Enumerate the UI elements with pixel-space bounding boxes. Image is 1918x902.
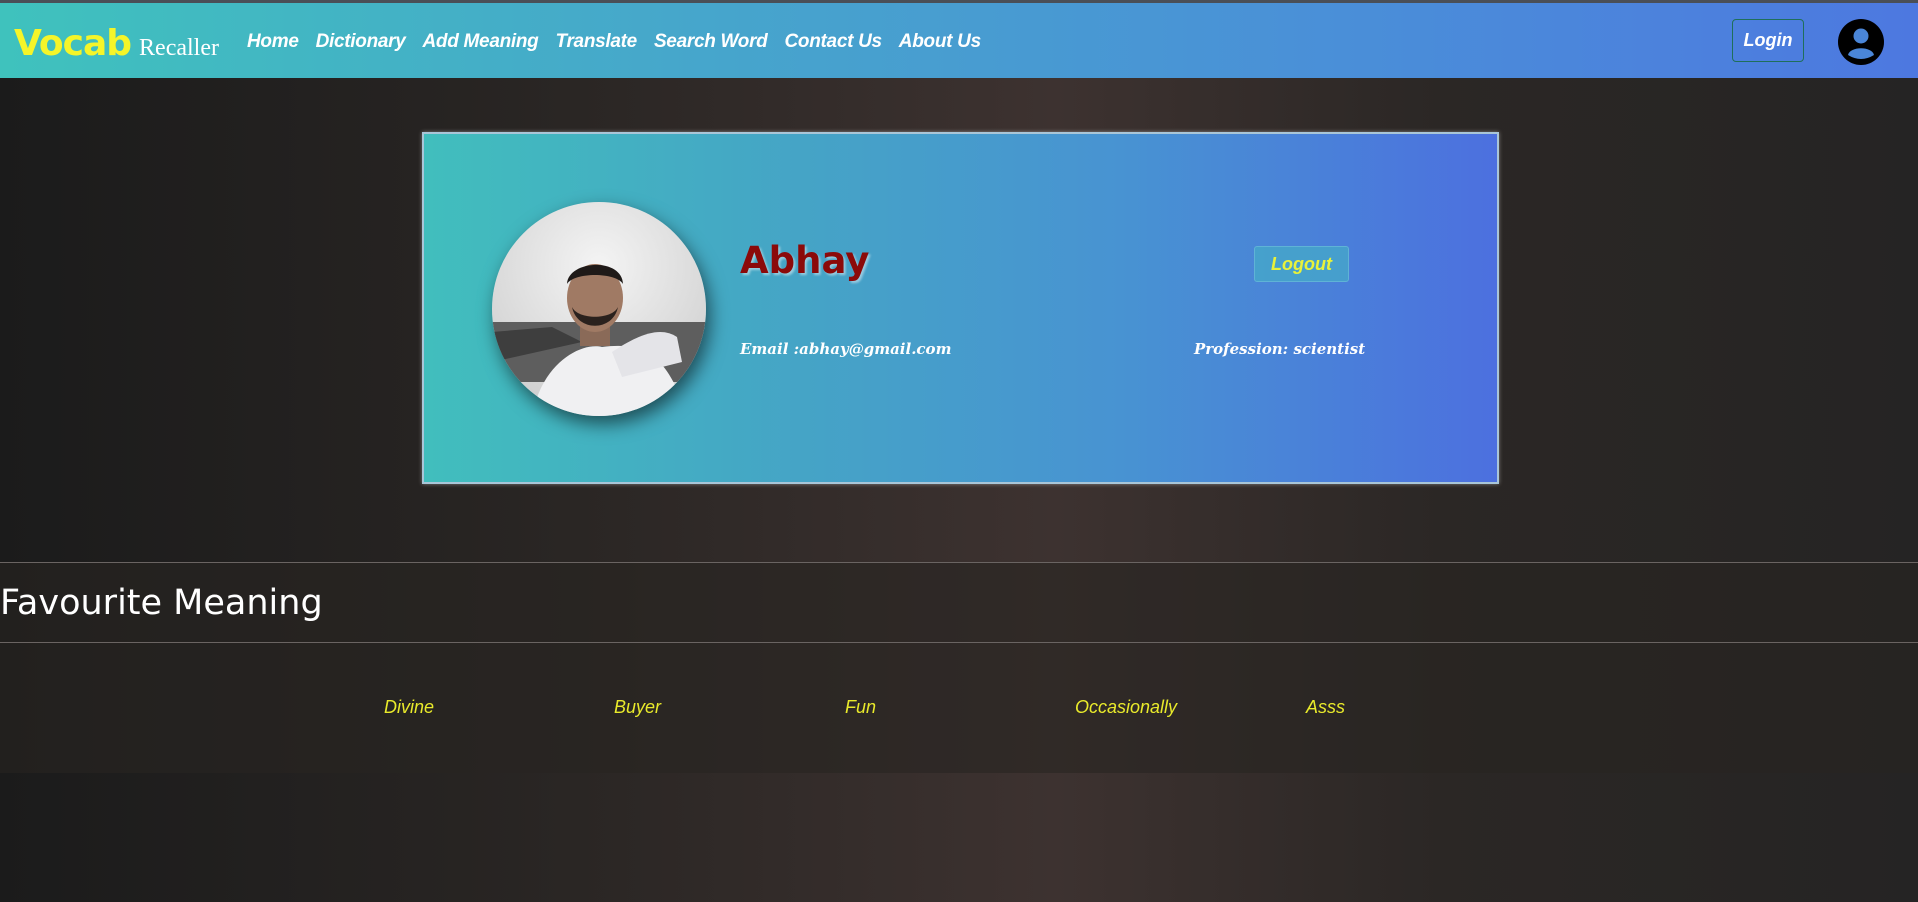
- nav-link-home[interactable]: Home: [247, 31, 299, 53]
- favourites-title: Favourite Meaning: [0, 583, 323, 623]
- profile-email: Email :abhay@gmail.com: [740, 340, 952, 358]
- favourite-word[interactable]: Occasionally: [1075, 697, 1177, 718]
- brand-main-text: Vocab: [14, 23, 132, 64]
- nav-link-about-us[interactable]: About Us: [899, 31, 981, 53]
- logout-button[interactable]: Logout: [1254, 246, 1349, 282]
- nav-link-translate[interactable]: Translate: [556, 31, 638, 53]
- profile-name: Abhay: [740, 239, 870, 282]
- profile-photo: [492, 202, 706, 416]
- favourite-word[interactable]: Divine: [384, 697, 434, 718]
- nav-links: Home Dictionary Add Meaning Translate Se…: [247, 31, 998, 53]
- favourites-section: Favourite Meaning Divine Buyer Fun Occas…: [0, 562, 1918, 773]
- nav-link-dictionary[interactable]: Dictionary: [316, 31, 406, 53]
- nav-link-search-word[interactable]: Search Word: [654, 31, 768, 53]
- favourite-word[interactable]: Asss: [1306, 697, 1345, 718]
- brand-logo[interactable]: Vocab Recaller: [14, 23, 219, 64]
- favourites-header: Favourite Meaning: [0, 563, 1918, 643]
- favourite-words-list: Divine Buyer Fun Occasionally Asss: [0, 697, 1918, 727]
- profile-profession: Profession: scientist: [1194, 340, 1366, 358]
- profile-card: Abhay Logout Email :abhay@gmail.com Prof…: [422, 132, 1499, 484]
- favourite-word[interactable]: Fun: [845, 697, 876, 718]
- brand-sub-text: Recaller: [139, 35, 219, 61]
- login-button[interactable]: Login: [1732, 19, 1804, 62]
- favourite-word[interactable]: Buyer: [614, 697, 661, 718]
- navbar: Vocab Recaller Home Dictionary Add Meani…: [0, 3, 1918, 78]
- nav-link-add-meaning[interactable]: Add Meaning: [423, 31, 539, 53]
- user-circle-icon[interactable]: [1838, 19, 1884, 65]
- nav-link-contact-us[interactable]: Contact Us: [785, 31, 883, 53]
